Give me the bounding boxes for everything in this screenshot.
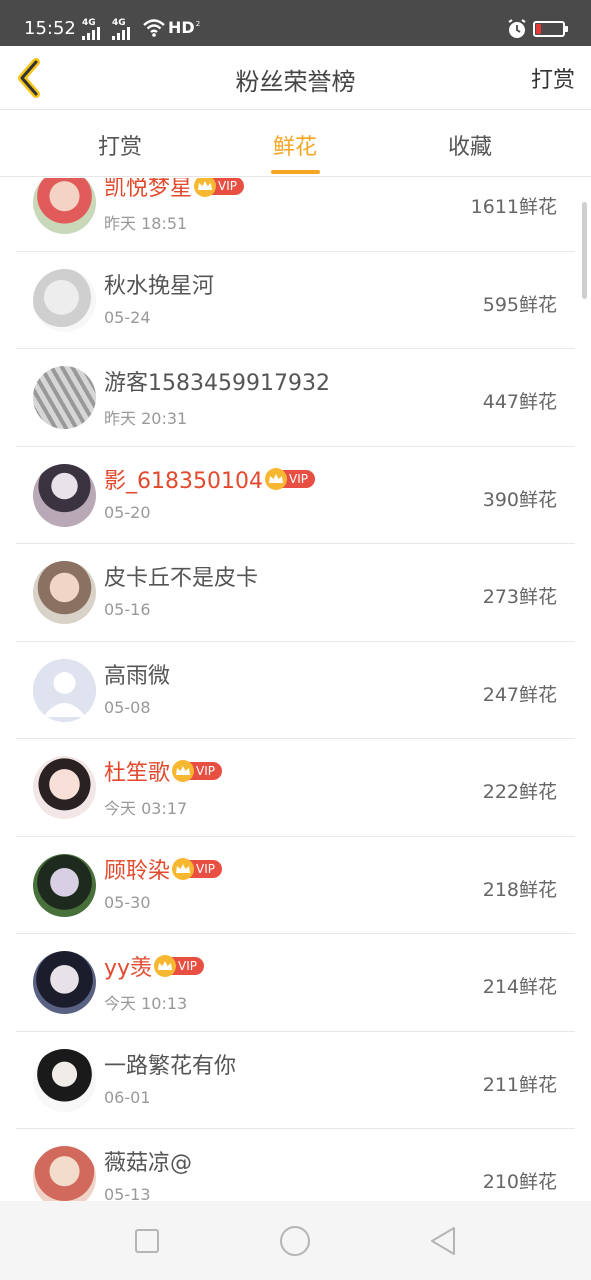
gift-time: 05-20 [104, 502, 151, 522]
signal-1-icon [82, 24, 100, 40]
vip-badge: VIP [264, 467, 315, 490]
name-line: yy羡 VIP [104, 950, 205, 982]
avatar[interactable] [33, 561, 96, 624]
signal-2-icon [112, 24, 130, 40]
gift-time: 05-30 [104, 892, 151, 912]
name-line: 皮卡丘不是皮卡 [104, 560, 258, 592]
avatar[interactable] [33, 853, 96, 917]
user-name[interactable]: yy羡 [104, 950, 152, 982]
recent-apps-icon[interactable] [134, 1223, 160, 1259]
avatar[interactable] [33, 463, 96, 527]
alarm-icon [508, 19, 526, 38]
gift-time: 05-16 [104, 600, 151, 619]
gift-time: 05-24 [104, 307, 151, 327]
avatar[interactable] [33, 1048, 96, 1112]
crown-icon [172, 760, 195, 782]
flower-count: 595鲜花 [482, 293, 557, 316]
active-tab-indicator [271, 170, 320, 174]
flower-count: 1611鲜花 [470, 196, 557, 218]
avatar[interactable] [33, 1146, 96, 1201]
name-line: 顾聆染 VIP [104, 853, 222, 885]
hd-indicator: HD [168, 18, 195, 37]
avatar[interactable] [33, 756, 96, 819]
flower-count: 447鲜花 [482, 391, 557, 413]
tab-flowers[interactable]: 鲜花 [245, 129, 345, 161]
system-nav-bar [0, 1201, 591, 1280]
avatar[interactable] [33, 366, 96, 429]
gift-time: 05-13 [104, 1185, 151, 1201]
list-item[interactable]: 一路繁花有你 06-01 211鲜花 [0, 1032, 591, 1129]
name-line: 凯悦梦星 VIP [104, 178, 244, 202]
name-line: 影_618350104 VIP [104, 463, 315, 495]
flower-count: 211鲜花 [482, 1073, 557, 1096]
tab-favorites[interactable]: 收藏 [420, 129, 520, 161]
name-line: 一路繁花有你 [104, 1048, 236, 1080]
list-item[interactable]: 薇菇凉@ 05-13 210鲜花 [0, 1129, 591, 1201]
list-item[interactable]: 影_618350104 VIP 05-20 390鲜花 [0, 447, 591, 544]
flower-count: 214鲜花 [482, 976, 557, 998]
crown-icon [172, 857, 195, 880]
name-line: 杜笙歌 VIP [104, 755, 222, 787]
name-line: 游客1583459917932 [104, 365, 330, 397]
name-line: 秋水挽星河 [104, 268, 214, 300]
user-name[interactable]: 一路繁花有你 [104, 1048, 236, 1080]
hd-sub-indicator: 2 [195, 20, 201, 28]
list-item[interactable]: 高雨微 05-08 247鲜花 [0, 642, 591, 739]
avatar[interactable] [33, 178, 96, 234]
crown-icon [154, 955, 177, 977]
user-name[interactable]: 高雨微 [104, 658, 170, 690]
name-line: 高雨微 [104, 658, 170, 690]
crown-icon [264, 467, 287, 490]
name-line: 薇菇凉@ [104, 1145, 192, 1177]
vip-badge: VIP [172, 760, 222, 782]
gift-time: 06-01 [104, 1087, 151, 1107]
ranking-list[interactable]: 凯悦梦星 VIP 昨天 18:51 1611鲜花 秋水挽星河 05-24 595鲜花 游客15… [0, 178, 591, 1201]
flower-count: 247鲜花 [482, 683, 557, 706]
list-item[interactable]: 凯悦梦星 VIP 昨天 18:51 1611鲜花 [0, 178, 591, 252]
user-name[interactable]: 杜笙歌 [104, 755, 170, 787]
list-item[interactable]: 顾聆染 VIP 05-30 218鲜花 [0, 837, 591, 934]
tab-tips[interactable]: 打赏 [70, 129, 170, 161]
home-icon[interactable] [279, 1223, 311, 1259]
avatar[interactable] [33, 658, 96, 722]
flower-count: 222鲜花 [482, 781, 557, 803]
gift-time: 05-08 [104, 697, 151, 717]
avatar[interactable] [33, 951, 96, 1014]
gift-time: 昨天 20:31 [104, 409, 188, 428]
header-bar: 粉丝荣誉榜 打赏 [0, 46, 591, 110]
flower-count: 390鲜花 [482, 488, 557, 511]
flower-count: 273鲜花 [482, 586, 557, 608]
user-name[interactable]: 游客1583459917932 [104, 365, 330, 397]
battery-icon [533, 21, 568, 37]
list-item[interactable]: 游客1583459917932 昨天 20:31 447鲜花 [0, 349, 591, 447]
status-time: 15:52 [24, 18, 76, 39]
avatar[interactable] [33, 268, 96, 332]
tip-button[interactable]: 打赏 [531, 62, 575, 94]
flower-count: 210鲜花 [482, 1171, 557, 1193]
user-name[interactable]: 皮卡丘不是皮卡 [104, 560, 258, 592]
user-name[interactable]: 薇菇凉@ [104, 1145, 192, 1177]
list-item[interactable]: 秋水挽星河 05-24 595鲜花 [0, 252, 591, 349]
page-title: 粉丝荣誉榜 [235, 68, 356, 96]
user-name[interactable]: 凯悦梦星 [104, 178, 192, 202]
tab-bar: 打赏 鲜花 收藏 [0, 111, 591, 177]
flower-count: 218鲜花 [482, 878, 557, 901]
user-name[interactable]: 影_618350104 [104, 463, 263, 495]
gift-time: 今天 10:13 [104, 994, 188, 1013]
gift-time: 昨天 18:51 [104, 214, 188, 233]
scrollbar[interactable] [582, 202, 587, 299]
vip-badge: VIP [194, 178, 244, 197]
back-nav-icon[interactable] [428, 1223, 458, 1259]
gift-time: 今天 03:17 [104, 799, 188, 818]
list-item[interactable]: 皮卡丘不是皮卡 05-16 273鲜花 [0, 544, 591, 642]
user-name[interactable]: 秋水挽星河 [104, 268, 214, 300]
status-bar: 15:52 4G 4G HD 2 [0, 0, 591, 46]
list-item[interactable]: 杜笙歌 VIP 今天 03:17 222鲜花 [0, 739, 591, 837]
list-item[interactable]: yy羡 VIP 今天 10:13 214鲜花 [0, 934, 591, 1032]
vip-badge: VIP [154, 955, 205, 977]
wifi-icon [143, 19, 165, 37]
vip-badge: VIP [172, 857, 222, 880]
user-name[interactable]: 顾聆染 [104, 853, 170, 885]
